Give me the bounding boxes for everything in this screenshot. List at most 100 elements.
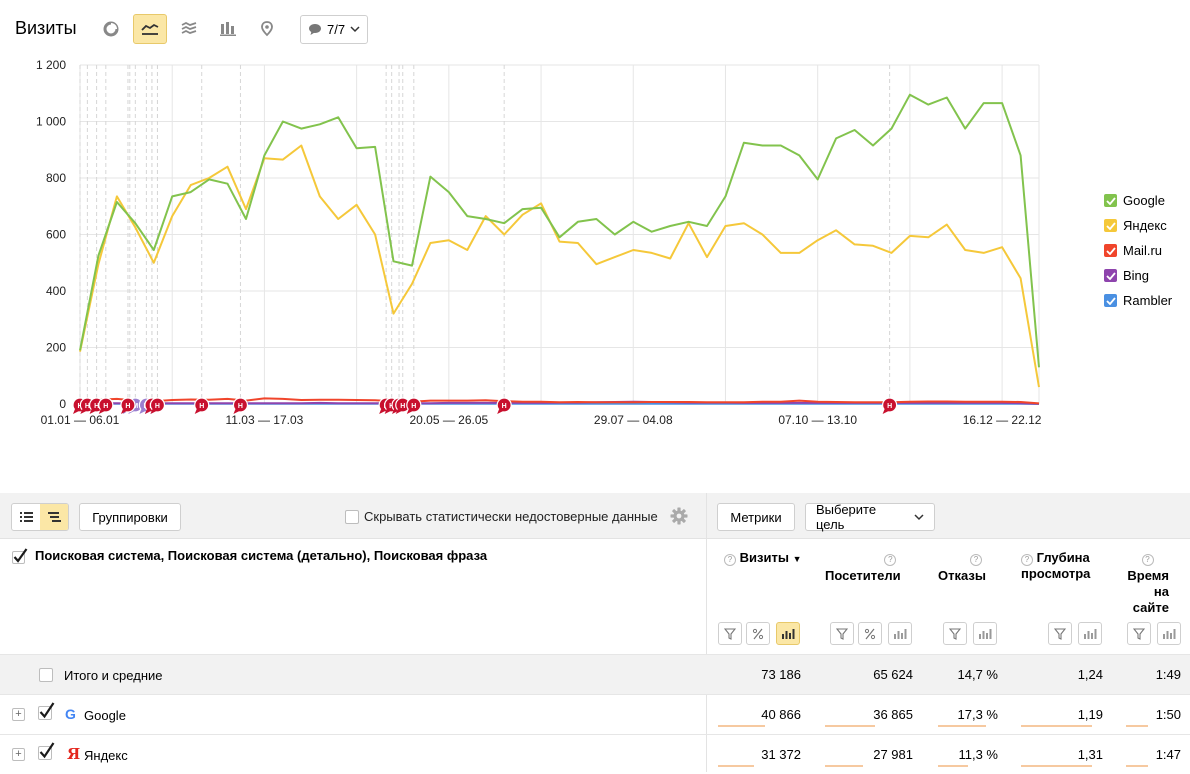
percent-button[interactable] (746, 622, 770, 645)
totals-time: 1:49 (1156, 667, 1181, 682)
row-label: Google (84, 708, 126, 723)
map-button[interactable] (250, 14, 284, 44)
visits-line-chart: МММММНННННННННННННННН 1 2001 00080060040… (0, 50, 1060, 440)
expand-button[interactable]: + (12, 708, 25, 721)
filter-button[interactable] (830, 622, 854, 645)
pie-chart-button[interactable] (94, 14, 128, 44)
x-tick-label: 20.05 — 26.05 (409, 413, 488, 427)
legend-label: Mail.ru (1123, 243, 1162, 258)
expand-button[interactable]: + (12, 748, 25, 761)
annotation-marker-icon[interactable]: Н (497, 398, 511, 414)
percent-button[interactable] (858, 622, 882, 645)
help-icon[interactable]: ? (1142, 554, 1154, 566)
table-row[interactable]: + G Google 40 866 36 865 17,3 % 1,19 1:5… (0, 694, 1190, 734)
percent-icon (864, 628, 876, 640)
y-tick-label: 400 (46, 284, 66, 298)
legend-item-rambler[interactable]: Rambler (1104, 288, 1172, 313)
annotation-marker-label: Н (502, 403, 507, 410)
legend-item-google[interactable]: Google (1104, 188, 1172, 213)
legend-checkbox[interactable] (1104, 219, 1117, 232)
y-tick-label: 1 200 (36, 58, 66, 72)
legend-item-mailru[interactable]: Mail.ru (1104, 238, 1172, 263)
checked-checkbox[interactable] (12, 548, 28, 564)
filter-button[interactable] (1048, 622, 1072, 645)
legend-label: Google (1123, 193, 1165, 208)
filter-button[interactable] (943, 622, 967, 645)
column-header-bounces[interactable]: ? Отказы (938, 550, 986, 584)
annotation-marker-icon[interactable]: Н (407, 398, 421, 414)
bars-button[interactable] (776, 622, 800, 645)
help-icon[interactable]: ? (884, 554, 896, 566)
legend-item-yandex[interactable]: Яндекс (1104, 213, 1172, 238)
annotation-marker-icon[interactable]: Н (883, 398, 897, 414)
metrics-button[interactable]: Метрики (717, 503, 795, 531)
yandex-logo-icon: Я (67, 745, 80, 763)
bars-button[interactable] (973, 622, 997, 645)
filter-icon (1133, 628, 1145, 640)
annotation-marker-icon[interactable]: Н (195, 398, 209, 414)
view-mode-toggle[interactable] (11, 503, 69, 531)
tree-view-button[interactable] (40, 504, 68, 530)
bars-button[interactable] (1078, 622, 1102, 645)
depth-bar (1021, 765, 1092, 767)
column-label: Посетители (825, 568, 901, 583)
totals-row: Итого и средние 73 186 65 624 14,7 % 1,2… (0, 654, 1190, 694)
visits-bar (718, 765, 754, 767)
totals-checkbox[interactable] (39, 668, 53, 682)
hide-unreliable-checkbox[interactable] (345, 510, 359, 524)
annotation-marker-icon[interactable]: Н (233, 398, 247, 414)
column-label: сайте (1133, 600, 1169, 615)
gear-icon[interactable] (670, 507, 688, 525)
cell-visits: 31 372 (761, 747, 801, 762)
select-goal-dropdown[interactable]: Выберите цель (805, 503, 935, 531)
cell-bounces: 11,3 % (958, 747, 998, 762)
cell-visits: 40 866 (761, 707, 801, 722)
pie-chart-icon (103, 21, 119, 37)
help-icon[interactable]: ? (970, 554, 982, 566)
annotation-marker-icon[interactable]: Н (99, 398, 113, 414)
column-label: Время (1127, 568, 1169, 583)
line-chart-icon (141, 22, 159, 36)
list-icon (20, 512, 33, 522)
legend-checkbox[interactable] (1104, 244, 1117, 257)
help-icon[interactable]: ? (1021, 554, 1033, 566)
column-header-time[interactable]: ? Время на сайте (1126, 550, 1169, 616)
groupings-button[interactable]: Группировки (79, 503, 181, 531)
help-icon[interactable]: ? (724, 554, 736, 566)
chart-series (80, 95, 1039, 404)
cell-time: 1:47 (1156, 747, 1181, 762)
legend-label: Яндекс (1123, 218, 1167, 233)
bars-button[interactable] (1157, 622, 1181, 645)
x-tick-label: 16.12 — 22.12 (963, 413, 1042, 427)
y-tick-label: 600 (46, 228, 66, 242)
bars-button[interactable] (888, 622, 912, 645)
legend-checkbox[interactable] (1104, 194, 1117, 207)
dimension-header-label: Поисковая система, Поисковая система (де… (35, 548, 487, 564)
series-dropdown[interactable]: 7/7 (300, 15, 368, 44)
list-view-button[interactable] (12, 504, 40, 530)
legend-checkbox[interactable] (1104, 269, 1117, 282)
checked-checkbox[interactable] (38, 702, 56, 721)
area-chart-button[interactable] (172, 14, 206, 44)
line-chart-button[interactable] (133, 14, 167, 44)
column-label: Визиты (740, 550, 789, 565)
annotation-marker-icon[interactable]: Н (150, 398, 164, 414)
filter-button[interactable] (1127, 622, 1151, 645)
chevron-down-icon (914, 514, 924, 521)
x-tick-label: 29.07 — 04.08 (594, 413, 673, 427)
legend-checkbox[interactable] (1104, 294, 1117, 307)
checked-checkbox[interactable] (38, 742, 56, 761)
filter-icon (724, 628, 736, 640)
table-row[interactable]: + Я Яндекс 31 372 27 981 11,3 % 1,31 1:4… (0, 734, 1190, 774)
hide-unreliable-toggle[interactable]: Скрывать статистически недостоверные дан… (345, 509, 658, 524)
legend-item-bing[interactable]: Bing (1104, 263, 1172, 288)
column-header-visits[interactable]: ? Визиты ▼ (724, 550, 801, 567)
filter-button[interactable] (718, 622, 742, 645)
filter-icon (949, 628, 961, 640)
filter-icon (836, 628, 848, 640)
column-header-visitors[interactable]: ? Посетители (825, 550, 901, 584)
annotation-marker-label: Н (400, 403, 405, 410)
column-chart-button[interactable] (211, 14, 245, 44)
annotation-marker-label: Н (103, 403, 108, 410)
column-header-depth[interactable]: ? Глубина просмотра (1021, 550, 1090, 582)
